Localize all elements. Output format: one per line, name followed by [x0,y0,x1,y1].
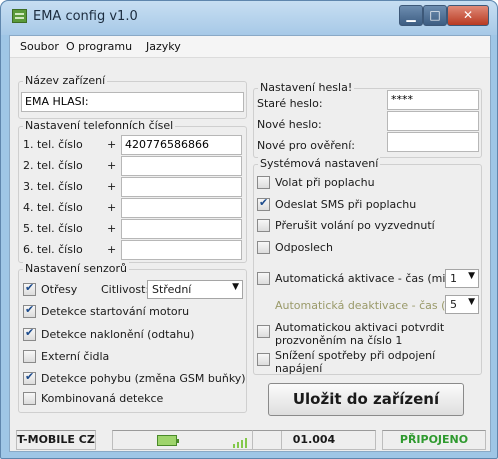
phone-6-label: 6. tel. číslo [23,243,83,256]
menu-jazyky[interactable]: Jazyky [146,40,181,53]
password-group: Nastavení hesla! Staré heslo: **** Nové … [253,81,482,158]
phone-2-input[interactable] [121,156,242,176]
app-icon [12,9,27,23]
menu-soubor[interactable]: Soubor [20,40,59,53]
power-saving-label-line2: napájení [275,362,323,375]
listen-label: Odposlech [275,241,333,254]
phone-numbers-group: Nastavení telefonních čísel 1. tel. čísl… [18,119,247,263]
listen-checkbox[interactable] [257,241,270,254]
client-area: Soubor O programu Jazyky Název zařízení … [9,35,491,452]
phone-6-plus: + [107,243,117,256]
shock-checkbox[interactable] [23,281,36,296]
phone-3-input[interactable] [121,177,242,197]
auto-disarm-select[interactable]: 5 ▼ [445,295,479,314]
tilt-checkbox[interactable] [23,326,36,341]
motor-checkbox[interactable] [23,303,36,318]
phone-1-label: 1. tel. číslo [23,138,83,151]
auto-arm-checkbox[interactable] [257,272,270,285]
sms-on-alarm-label: Odeslat SMS při poplachu [275,198,417,211]
save-to-device-button[interactable]: Uložit do zařízení [268,383,464,416]
device-name-group-title: Název zařízení [23,74,108,87]
auto-disarm-value: 5 [450,298,457,311]
phone-5-label: 5. tel. číslo [23,222,83,235]
phone-1-plus: + [107,138,117,151]
interrupt-call-checkbox[interactable] [257,219,270,232]
system-settings-group-title: Systémová nastavení [258,157,381,170]
phone-6-input[interactable] [121,240,242,260]
shock-label: Otřesy [41,283,78,296]
chevron-down-icon: ▼ [468,297,475,307]
motion-label: Detekce pohybu (změna GSM buňky) [41,372,246,385]
old-password-label: Staré heslo: [257,97,323,110]
system-settings-group: Systémová nastavení Volat při poplachu O… [253,157,482,375]
confirm-password-input[interactable] [387,132,479,152]
confirm-auto-arm-label-line1: Automatickou aktivaci potvrdit [275,321,445,334]
version-status: 01.004 [252,430,376,450]
phone-4-plus: + [107,201,117,214]
confirm-auto-arm-label-line2: prozvoněním na číslo 1 [275,334,403,347]
chevron-down-icon: ▼ [232,282,239,292]
password-group-title: Nastavení hesla! [258,81,355,94]
sensitivity-select[interactable]: Střední ▼ [147,280,243,299]
confirm-password-label: Nové pro ověření: [257,139,356,152]
device-name-input[interactable]: EMA HLASI: [21,92,244,112]
power-saving-checkbox[interactable] [257,353,270,366]
call-on-alarm-checkbox[interactable] [257,176,270,189]
external-label: Externí čidla [41,350,110,363]
tilt-label: Detekce naklonění (odtahu) [41,328,195,341]
phone-3-label: 3. tel. číslo [23,180,83,193]
device-name-group: Název zařízení EMA HLASI: [18,74,247,119]
new-password-label: Nové heslo: [257,118,322,131]
old-password-input[interactable]: **** [387,90,479,110]
phone-numbers-group-title: Nastavení telefonních čísel [23,119,176,132]
sensitivity-value: Střední [152,283,192,296]
call-on-alarm-label: Volat při poplachu [275,176,375,189]
sensors-group: Nastavení senzorů Otřesy Citlivost: Stře… [18,262,247,413]
phone-1-input[interactable]: 420776586866 [121,135,242,155]
external-checkbox[interactable] [23,350,36,363]
phone-2-plus: + [107,159,117,172]
phone-2-label: 2. tel. číslo [23,159,83,172]
connection-status: PŘIPOJENO [382,430,486,450]
confirm-auto-arm-checkbox[interactable] [257,325,270,338]
interrupt-call-label: Přerušit volání po vyzvednutí [275,219,435,232]
sensors-group-title: Nastavení senzorů [23,262,130,275]
combined-label: Kombinovaná detekce [41,392,164,405]
auto-arm-label: Automatická aktivace - čas (min) [275,272,457,285]
menu-o-programu[interactable]: O programu [66,40,132,53]
sensitivity-label: Citlivost: [101,283,150,296]
phone-4-label: 4. tel. číslo [23,201,83,214]
power-saving-label-line1: Snížení spotřeby při odpojení [275,349,436,362]
motor-label: Detekce startování motoru [41,305,190,318]
menu-bar: Soubor O programu Jazyky [10,36,490,58]
battery-icon [157,435,179,446]
phone-5-plus: + [107,222,117,235]
sms-on-alarm-checkbox[interactable] [257,196,270,211]
status-bar: T-MOBILE CZ 01.004 PŘIPOJENO [12,430,488,450]
close-button[interactable]: ✕ [447,5,489,26]
minimize-button[interactable]: ▁ [399,5,423,26]
phone-4-input[interactable] [121,198,242,218]
phone-3-plus: + [107,180,117,193]
motion-checkbox[interactable] [23,370,36,385]
window-title: EMA config v1.0 [33,9,138,24]
chevron-down-icon: ▼ [468,271,475,281]
operator-status: T-MOBILE CZ [16,430,96,450]
maximize-button[interactable]: □ [423,5,447,26]
combined-checkbox[interactable] [23,392,36,405]
app-window: EMA config v1.0 ▁ □ ✕ Soubor O programu … [0,0,498,459]
auto-disarm-label: Automatická deaktivace - čas (s) [275,299,456,312]
new-password-input[interactable] [387,111,479,131]
auto-arm-select[interactable]: 1 ▼ [445,269,479,288]
auto-arm-value: 1 [450,272,457,285]
phone-5-input[interactable] [121,219,242,239]
title-bar[interactable]: EMA config v1.0 ▁ □ ✕ [1,1,497,35]
